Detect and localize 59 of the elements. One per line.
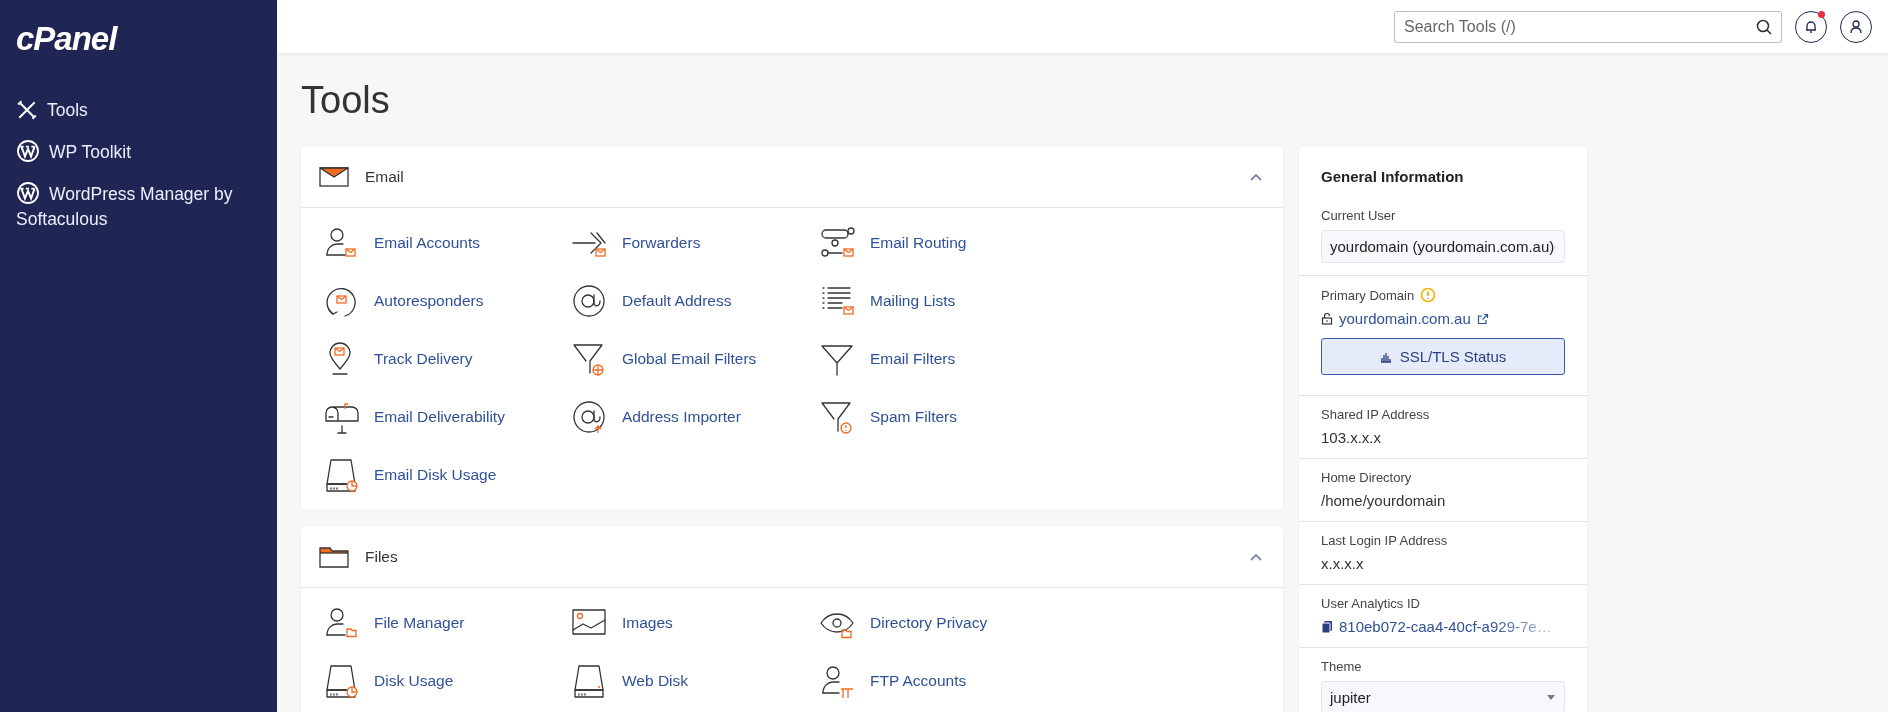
tool-link[interactable]: FTP Accounts [815,654,1063,708]
chevron-up-icon [1249,171,1263,182]
tool-link[interactable]: Autoresponders [319,274,567,328]
tool-link[interactable]: Email Disk Usage [319,448,567,502]
bell-icon [1803,18,1819,35]
sidebar-item[interactable]: WP Toolkit [16,139,261,165]
field-label: Home Directory [1321,470,1412,485]
user-icon [1848,18,1864,35]
tool-link[interactable]: Web Disk [567,654,815,708]
bar-chart-icon [1379,350,1392,363]
notifications-button[interactable] [1795,10,1827,43]
field-label: Theme [1321,659,1362,674]
tool-link[interactable]: Email Accounts [319,216,567,270]
tool-link[interactable]: Email Filters [815,332,1063,386]
copy-icon [1321,620,1333,633]
sidebar-item[interactable]: WordPress Manager by Softaculous [16,181,261,232]
wordpress-logo-icon [16,139,40,163]
tool-link[interactable]: Email Routing [815,216,1063,270]
select-field[interactable]: yourdomain (yourdomain.com.au) [1321,230,1565,263]
tool-link[interactable]: Address Importer [567,390,815,444]
tool-link[interactable]: Spam Filters [815,390,1063,444]
logo: cPanel [16,20,117,58]
section-title: Files [365,547,399,566]
analytics-id: 810eb072-caa4-40cf-a929-7e… [1339,618,1552,635]
tool-link[interactable]: Disk Usage [319,654,567,708]
sidebar-item[interactable]: Tools [16,98,261,123]
envelope-icon [319,165,349,188]
field-value: /home/yourdomain [1321,492,1447,509]
padlock-icon [1321,312,1333,325]
wordpress-logo-icon [16,181,40,205]
section-title: Email [365,167,405,186]
select-field[interactable]: jupiter [1321,681,1565,712]
chevron-up-icon [1249,551,1263,562]
tool-link[interactable]: File Manager [319,596,567,650]
tool-link[interactable]: Images [567,596,815,650]
ssl-status-button[interactable]: SSL/TLS Status [1321,338,1565,375]
domain-link[interactable]: yourdomain.com.au [1339,310,1471,327]
field-label: Last Login IP Address [1321,533,1448,548]
user-menu-button[interactable] [1840,10,1872,43]
search-icon [1755,17,1773,36]
tool-link[interactable]: Default Address [567,274,815,328]
external-link-icon [1476,312,1489,325]
field-label: User Analytics ID [1321,596,1420,611]
page-title: Tools [301,79,391,122]
tools-icon [16,99,38,121]
panel-title: General Information [1320,167,1465,187]
tool-link[interactable]: Directory Privacy [815,596,1063,650]
field-label: Primary Domain [1321,287,1415,303]
folder-icon [319,544,349,569]
tool-link[interactable]: Mailing Lists [815,274,1063,328]
field-value: x.x.x.x [1321,555,1365,572]
tool-link[interactable]: Track Delivery [319,332,567,386]
field-label: Current User [1321,208,1396,223]
tool-link[interactable]: Email Deliverability [319,390,567,444]
tool-link[interactable]: Global Email Filters [567,332,815,386]
tool-link[interactable]: Forwarders [567,216,815,270]
field-label: Shared IP Address [1321,407,1430,422]
search-field[interactable]: Search Tools (/) [1394,10,1782,43]
field-value: 103.x.x.x [1321,429,1383,446]
